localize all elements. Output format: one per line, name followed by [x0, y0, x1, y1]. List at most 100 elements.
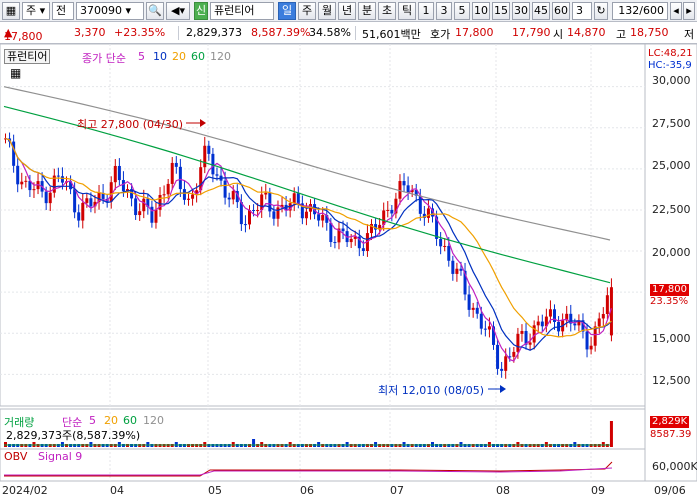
- stock-tag: 퓨런티어: [4, 49, 51, 64]
- candle-body: [231, 191, 235, 200]
- vol-pct-tag: 8587.39: [650, 429, 692, 440]
- obv-title: OBV: [4, 450, 28, 463]
- candle-body: [117, 165, 121, 181]
- period-tick[interactable]: 틱: [398, 2, 416, 20]
- x-tick: 08: [496, 484, 510, 497]
- period-year[interactable]: 년: [338, 2, 356, 20]
- candle-body: [475, 307, 479, 314]
- period-month[interactable]: 월: [318, 2, 336, 20]
- volume-bar: [252, 439, 256, 447]
- min-5[interactable]: 5: [454, 2, 470, 20]
- candle-body: [109, 182, 113, 202]
- period-week[interactable]: 주: [298, 2, 316, 20]
- candle-body: [304, 211, 308, 219]
- candle-body: [73, 189, 77, 213]
- period-minute[interactable]: 분: [358, 2, 376, 20]
- candle-body: [85, 198, 89, 203]
- min-annotation: 최저 12,010 (08/05): [378, 384, 485, 397]
- divider: [178, 26, 179, 40]
- candle-body: [44, 191, 48, 204]
- change-pct: +23.35%: [114, 26, 166, 39]
- period-second[interactable]: 초: [378, 2, 396, 20]
- stock-name: 퓨런티어: [210, 2, 274, 20]
- grid-toggle-icon[interactable]: ▦: [10, 66, 21, 80]
- candle-body: [439, 238, 443, 247]
- speaker-icon[interactable]: ◀▾: [166, 2, 190, 20]
- quote-bar: 17,800 ▲ 3,370 +23.35% 2,829,373 8,587.3…: [0, 22, 697, 44]
- candle-body: [447, 245, 451, 261]
- x-tick: 09: [591, 484, 605, 497]
- min-1[interactable]: 1: [418, 2, 434, 20]
- page-indicator: 132/600: [612, 2, 668, 20]
- candle-body: [516, 333, 520, 352]
- candle-body: [317, 214, 321, 221]
- candle-body: [459, 268, 463, 271]
- candle-body: [573, 323, 577, 326]
- ask-label: 호가: [430, 28, 451, 41]
- candle-body: [239, 202, 243, 225]
- vol-ma-120: 120: [143, 414, 164, 427]
- x-tick: 06: [300, 484, 314, 497]
- candle-body: [589, 345, 593, 350]
- code-input[interactable]: 370090 ▾: [76, 2, 144, 20]
- market-select[interactable]: 주 ▾: [22, 2, 50, 20]
- candle-body: [178, 166, 182, 190]
- candle-body: [134, 198, 138, 216]
- min-10[interactable]: 10: [472, 2, 490, 20]
- candle-body: [89, 198, 93, 207]
- min-3[interactable]: 3: [436, 2, 452, 20]
- candle-body: [215, 174, 219, 176]
- candle-body: [467, 294, 471, 310]
- candle-body: [56, 175, 60, 177]
- candle-body: [203, 145, 207, 168]
- x-tick: 09/06: [654, 484, 686, 497]
- bid: 17,790: [512, 26, 551, 39]
- candle-body: [162, 194, 166, 196]
- candle-body: [211, 153, 215, 175]
- search-icon[interactable]: 🔍: [146, 2, 164, 20]
- low-label: 저: [684, 28, 695, 41]
- vol-ma-20: 20: [104, 414, 118, 427]
- min-30[interactable]: 30: [512, 2, 530, 20]
- candle-body: [207, 145, 211, 154]
- chevron-right-icon[interactable]: ▸: [683, 2, 695, 20]
- candle-body: [406, 185, 410, 193]
- vol-ratio: 8,587.39%: [251, 26, 311, 39]
- candle-body: [16, 165, 20, 185]
- obv-signal: Signal 9: [38, 450, 83, 463]
- candle-body: [443, 245, 447, 247]
- candle-body: [276, 207, 280, 219]
- candle-body: [605, 295, 609, 314]
- candle-body: [81, 202, 85, 221]
- ma-legend-prefix: 종가 단순: [82, 52, 126, 65]
- candle-body: [386, 209, 390, 211]
- period-day[interactable]: 일: [278, 2, 296, 20]
- type-select[interactable]: 전: [52, 2, 74, 20]
- candle-body: [272, 211, 276, 219]
- turnover: 34.58%: [309, 26, 351, 39]
- candle-body: [174, 162, 178, 167]
- candle-body: [292, 193, 296, 204]
- candle-body: [77, 212, 81, 221]
- candle-body: [496, 344, 500, 369]
- high-label: 고: [616, 28, 627, 41]
- min-60[interactable]: 60: [552, 2, 570, 20]
- y-tick: 30,000: [652, 74, 691, 87]
- candle-body: [520, 331, 524, 334]
- candle-body: [321, 215, 325, 221]
- toolbar: ▦ 주 ▾ 전 370090 ▾ 🔍 ◀▾ 신 퓨런티어 일 주 월 년 분 초…: [0, 0, 697, 22]
- count-input[interactable]: 3: [572, 2, 592, 20]
- candle-body: [32, 189, 36, 191]
- candle-body: [166, 183, 170, 195]
- refresh-icon[interactable]: ↻: [594, 2, 608, 20]
- candle-body: [471, 307, 475, 310]
- chevron-left-icon[interactable]: ◂: [670, 2, 682, 20]
- min-15[interactable]: 15: [492, 2, 510, 20]
- candle-body: [479, 313, 483, 329]
- chart-area[interactable]: 퓨런티어 종가 단순 5 10 20 60 120 ▦ LC:48,21 HC:…: [0, 44, 697, 497]
- candle-body: [170, 162, 174, 184]
- min-45[interactable]: 45: [532, 2, 550, 20]
- candle-body: [48, 192, 52, 204]
- grid-icon[interactable]: ▦: [2, 2, 20, 20]
- candle-body: [500, 368, 504, 371]
